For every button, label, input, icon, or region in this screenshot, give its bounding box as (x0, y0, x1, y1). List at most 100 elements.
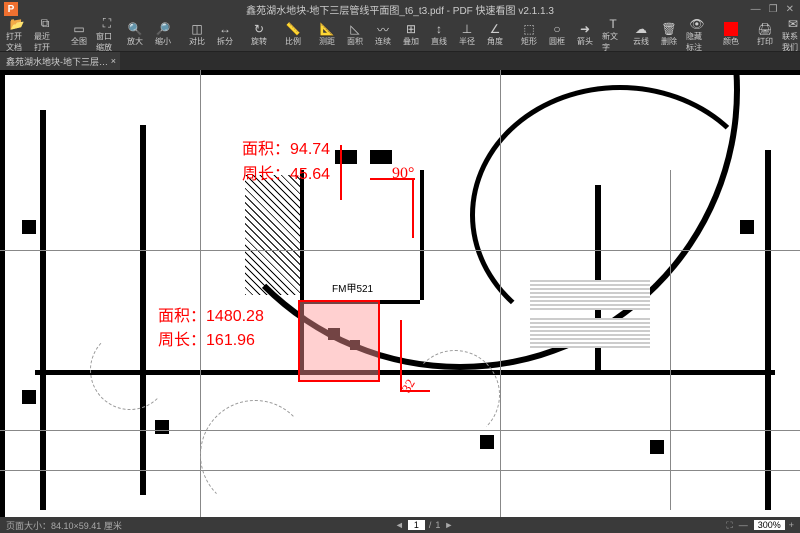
toolbar-旋转-button[interactable]: ↻旋转 (246, 19, 272, 51)
toolbar-缩小-button[interactable]: 🔎缩小 (150, 19, 176, 51)
toolbar-箭头-button[interactable]: ➜箭头 (572, 19, 598, 51)
toolbar-新文字-button[interactable]: T新文字 (600, 19, 626, 51)
toolbar-button-label: 叠加 (403, 36, 419, 47)
toolbar-button-label: 最近打开 (34, 31, 56, 53)
toolbar-直线-button[interactable]: ↕直线 (426, 19, 452, 51)
toolbar-button-label: 云线 (633, 36, 649, 47)
toolbar-打印-button[interactable]: 🖨打印 (752, 19, 778, 51)
page-total: 1 (435, 520, 440, 530)
tab-close-icon[interactable]: × (111, 56, 116, 66)
直线-icon: ↕ (432, 22, 446, 36)
door-label: FM甲521 (332, 280, 373, 295)
zoom-out-icon[interactable]: — (739, 520, 748, 530)
toolbar-button-label: 打印 (757, 36, 773, 47)
toolbar-button-label: 圆框 (549, 36, 565, 47)
箭头-icon: ➜ (578, 22, 592, 36)
page-size-label: 页面大小： (6, 519, 51, 532)
toolbar-最近打开-button[interactable]: ⧉最近打开 (32, 19, 58, 51)
角度-icon: ∠ (488, 22, 502, 36)
圆框-icon: ○ (550, 22, 564, 36)
area2-label: 面积：1480.28 (158, 302, 264, 326)
面积-icon: ◺ (348, 22, 362, 36)
拆分-icon: ↔ (218, 22, 232, 36)
toolbar: 📂打开文档⧉最近打开▭全图⛶窗口缩放🔍放大🔎缩小◫对比↔拆分↻旋转📏比例📐测距◺… (0, 18, 800, 52)
toolbar-button-label: 隐藏标注 (686, 31, 708, 53)
perim1-label: 周长：45.64 (242, 160, 330, 184)
toolbar-button-label: 半径 (459, 36, 475, 47)
cad-drawing: FM甲521 (0, 70, 800, 517)
新文字-icon: T (606, 17, 620, 31)
toolbar-button-label: 放大 (127, 36, 143, 47)
旋转-icon: ↻ (252, 22, 266, 36)
颜色-icon: ■ (724, 22, 738, 36)
toolbar-叠加-button[interactable]: ⊞叠加 (398, 19, 424, 51)
toolbar-联系我们-button[interactable]: ✉联系我们 (780, 19, 800, 51)
toolbar-button-label: 对比 (189, 36, 205, 47)
toolbar-button-label: 直线 (431, 36, 447, 47)
toolbar-连续-button[interactable]: 〰连续 (370, 19, 396, 51)
tabbar: 鑫苑湖水地块-地下三层… × (0, 52, 800, 70)
测距-icon: 📐 (320, 22, 334, 36)
toolbar-button-label: 新文字 (602, 31, 624, 53)
toolbar-角度-button[interactable]: ∠角度 (482, 19, 508, 51)
page-next-icon[interactable]: ► (444, 520, 453, 530)
toolbar-button-label: 连续 (375, 36, 391, 47)
toolbar-全图-button[interactable]: ▭全图 (66, 19, 92, 51)
maximize-icon[interactable]: ❐ (769, 4, 778, 15)
隐藏标注-icon: 👁 (690, 17, 704, 31)
toolbar-button-label: 全图 (71, 36, 87, 47)
比例-icon: 📏 (286, 22, 300, 36)
window-title: 鑫苑湖水地块-地下三层管线平面图_t6_t3.pdf - PDF 快速看图 v2… (246, 2, 554, 17)
联系我们-icon: ✉ (786, 17, 800, 31)
toolbar-button-label: 颜色 (723, 36, 739, 47)
toolbar-测距-button[interactable]: 📐测距 (314, 19, 340, 51)
toolbar-隐藏标注-button[interactable]: 👁隐藏标注 (684, 19, 710, 51)
page-prev-icon[interactable]: ◄ (395, 520, 404, 530)
app-logo-icon: P (4, 2, 18, 16)
page-current-input[interactable]: 1 (408, 520, 425, 530)
云线-icon: ☁ (634, 22, 648, 36)
toolbar-button-label: 缩小 (155, 36, 171, 47)
toolbar-button-label: 窗口缩放 (96, 31, 118, 53)
zoom-value[interactable]: 300% (754, 520, 785, 530)
perim2-label: 周长：161.96 (158, 326, 255, 350)
drawing-canvas[interactable]: FM甲521 面积：94.74 周长：45.64 90° 面积：1480.28 … (0, 70, 800, 517)
fit-icon[interactable]: ⛶ (726, 520, 732, 531)
measured-area-highlight (298, 300, 380, 382)
titlebar: P 鑫苑湖水地块-地下三层管线平面图_t6_t3.pdf - PDF 快速看图 … (0, 0, 800, 18)
toolbar-删除-button[interactable]: 🗑删除 (656, 19, 682, 51)
删除-icon: 🗑 (662, 22, 676, 36)
toolbar-矩形-button[interactable]: ⬚矩形 (516, 19, 542, 51)
toolbar-button-label: 拆分 (217, 36, 233, 47)
打开文档-icon: 📂 (10, 17, 24, 31)
toolbar-button-label: 删除 (661, 36, 677, 47)
page-sep: / (429, 520, 432, 530)
连续-icon: 〰 (376, 22, 390, 36)
zoom-in-icon[interactable]: + (789, 520, 794, 530)
toolbar-圆框-button[interactable]: ○圆框 (544, 19, 570, 51)
放大-icon: 🔍 (128, 22, 142, 36)
toolbar-button-label: 旋转 (251, 36, 267, 47)
toolbar-对比-button[interactable]: ◫对比 (184, 19, 210, 51)
minimize-icon[interactable]: — (751, 4, 761, 15)
toolbar-button-label: 测距 (319, 36, 335, 47)
toolbar-颜色-button[interactable]: ■颜色 (718, 19, 744, 51)
矩形-icon: ⬚ (522, 22, 536, 36)
area1-label: 面积：94.74 (242, 135, 330, 159)
半径-icon: ⊥ (460, 22, 474, 36)
close-icon[interactable]: ✕ (786, 4, 794, 15)
toolbar-云线-button[interactable]: ☁云线 (628, 19, 654, 51)
全图-icon: ▭ (72, 22, 86, 36)
document-tab[interactable]: 鑫苑湖水地块-地下三层… × (0, 52, 120, 70)
toolbar-面积-button[interactable]: ◺面积 (342, 19, 368, 51)
叠加-icon: ⊞ (404, 22, 418, 36)
toolbar-半径-button[interactable]: ⊥半径 (454, 19, 480, 51)
toolbar-比例-button[interactable]: 📏比例 (280, 19, 306, 51)
toolbar-放大-button[interactable]: 🔍放大 (122, 19, 148, 51)
最近打开-icon: ⧉ (38, 17, 52, 31)
打印-icon: 🖨 (758, 22, 772, 36)
toolbar-窗口缩放-button[interactable]: ⛶窗口缩放 (94, 19, 120, 51)
toolbar-打开文档-button[interactable]: 📂打开文档 (4, 19, 30, 51)
toolbar-拆分-button[interactable]: ↔拆分 (212, 19, 238, 51)
tab-label: 鑫苑湖水地块-地下三层… (6, 55, 108, 68)
